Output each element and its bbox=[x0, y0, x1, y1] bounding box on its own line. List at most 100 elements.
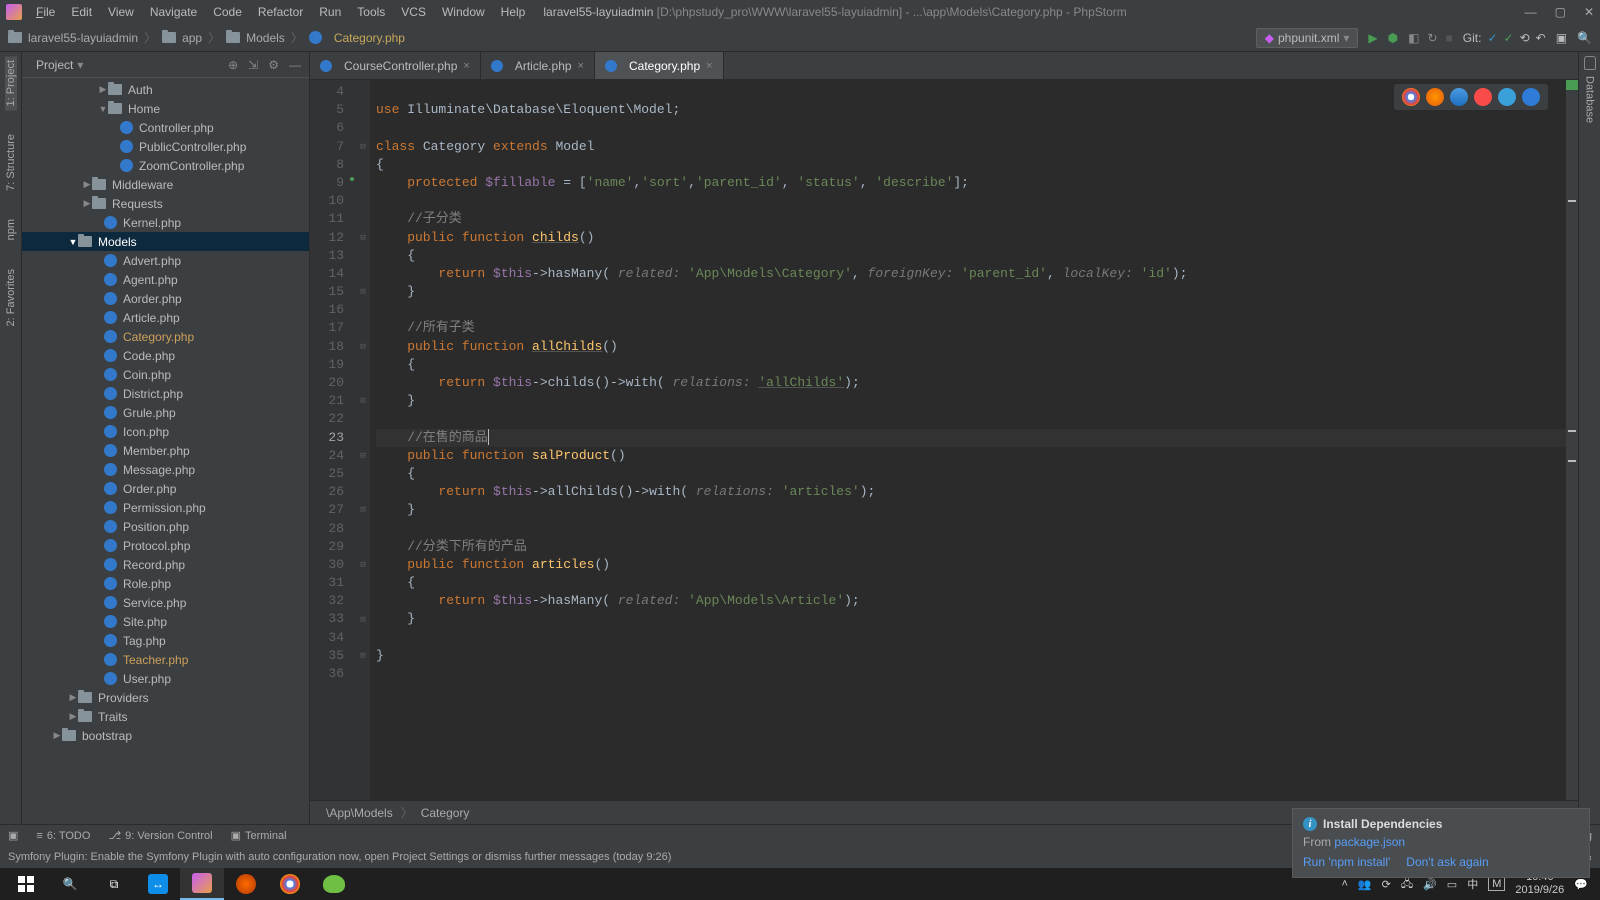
status-message: Symfony Plugin: Enable the Symfony Plugi… bbox=[8, 851, 671, 863]
tool-database[interactable]: Database bbox=[1584, 76, 1596, 123]
menu-file[interactable]: FFileile bbox=[30, 3, 61, 21]
chrome-taskbar-icon[interactable] bbox=[268, 868, 312, 900]
scroll-from-source-icon[interactable]: ⊕ bbox=[228, 58, 238, 72]
coverage-icon[interactable]: ◧ bbox=[1408, 31, 1419, 45]
ide-settings-icon[interactable]: ▣ bbox=[1556, 31, 1567, 45]
php-file-icon bbox=[309, 31, 322, 44]
tab-article[interactable]: Article.php× bbox=[481, 52, 595, 79]
menubar: FFileile Edit View Navigate Code Refacto… bbox=[30, 3, 531, 21]
phpstorm-logo-icon bbox=[6, 4, 22, 20]
safari-icon[interactable] bbox=[1450, 88, 1468, 106]
fold-gutter[interactable]: ⊟⊟⊡⊟⊡⊟⊡⊟⊡⊡ bbox=[356, 80, 370, 800]
folder-icon bbox=[226, 32, 240, 43]
opera-icon[interactable] bbox=[1474, 88, 1492, 106]
link-package-json[interactable]: package.json bbox=[1334, 835, 1405, 849]
debug-icon[interactable]: ⬢ bbox=[1388, 31, 1398, 45]
tool-favorites[interactable]: 2: Favorites bbox=[5, 265, 17, 330]
menu-edit[interactable]: Edit bbox=[65, 3, 98, 21]
phpstorm-taskbar-icon[interactable] bbox=[180, 868, 224, 900]
tray-keyboard-icon[interactable]: M bbox=[1488, 877, 1505, 891]
git-label: Git: bbox=[1463, 31, 1482, 45]
breadcrumb: laravel55-layuiadmin 〉 app 〉 Models 〉 Ca… bbox=[8, 29, 405, 46]
close-icon[interactable]: ✕ bbox=[1584, 5, 1594, 19]
ie-icon[interactable] bbox=[1498, 88, 1516, 106]
run-config-selector[interactable]: ◆ phpunit.xml ▾ bbox=[1256, 28, 1359, 48]
run-npm-install-link[interactable]: Run 'npm install' bbox=[1303, 855, 1390, 869]
tray-people-icon[interactable]: 👥 bbox=[1358, 878, 1372, 891]
code-area[interactable]: use Illuminate\Database\Eloquent\Model; … bbox=[370, 80, 1578, 800]
project-sidebar-header: Project ▾ ⊕ ⇲ ⚙ ― bbox=[22, 52, 309, 78]
inspection-ok-icon bbox=[1566, 80, 1578, 90]
menu-help[interactable]: Help bbox=[495, 3, 532, 21]
tool-todo[interactable]: ≡ 6: TODO bbox=[36, 830, 90, 842]
breadcrumb-models[interactable]: Models bbox=[246, 31, 285, 45]
search-everywhere-icon[interactable]: 🔍 bbox=[1577, 31, 1592, 45]
navigation-toolbar: laravel55-layuiadmin 〉 app 〉 Models 〉 Ca… bbox=[0, 24, 1600, 52]
tool-structure[interactable]: 7: Structure bbox=[5, 130, 17, 195]
chrome-icon[interactable] bbox=[1402, 88, 1420, 106]
app2-icon[interactable] bbox=[312, 868, 356, 900]
tool-project[interactable]: 1: Project bbox=[5, 56, 17, 110]
menu-refactor[interactable]: Refactor bbox=[252, 3, 309, 21]
tray-sync-icon[interactable]: ⟳ bbox=[1382, 878, 1391, 891]
dont-ask-again-link[interactable]: Don't ask again bbox=[1406, 855, 1488, 869]
tray-notifications-icon[interactable]: 💬 bbox=[1574, 878, 1588, 891]
left-tool-window-stripe: 1: Project 7: Structure npm 2: Favorites bbox=[0, 52, 22, 824]
breadcrumb-app[interactable]: app bbox=[182, 31, 202, 45]
tool-version-control[interactable]: ⎇ 9: Version Control bbox=[108, 829, 212, 842]
git-commit-icon[interactable]: ✓ bbox=[1504, 31, 1514, 45]
breadcrumb-namespace[interactable]: \App\Models bbox=[326, 806, 393, 820]
menu-tools[interactable]: Tools bbox=[351, 3, 391, 21]
firefox-icon[interactable] bbox=[1426, 88, 1444, 106]
teamviewer-icon[interactable]: ↔ bbox=[136, 868, 180, 900]
settings-gear-icon[interactable]: ⚙ bbox=[268, 58, 279, 72]
profile-icon[interactable]: ↻ bbox=[1427, 31, 1437, 45]
tray-volume-icon[interactable]: 🔊 bbox=[1423, 878, 1437, 891]
close-tab-icon[interactable]: × bbox=[463, 60, 469, 72]
menu-vcs[interactable]: VCS bbox=[395, 3, 432, 21]
git-history-icon[interactable]: ⟲ bbox=[1520, 31, 1530, 45]
search-icon[interactable]: 🔍 bbox=[48, 868, 92, 900]
maximize-icon[interactable]: ▢ bbox=[1555, 5, 1566, 19]
browser-preview-icons bbox=[1394, 84, 1548, 110]
task-view-icon[interactable]: ⧉ bbox=[92, 868, 136, 900]
menu-run[interactable]: Run bbox=[313, 3, 347, 21]
database-icon[interactable] bbox=[1584, 56, 1596, 70]
tab-category[interactable]: Category.php× bbox=[595, 52, 724, 79]
close-tab-icon[interactable]: × bbox=[578, 60, 584, 72]
breadcrumb-file[interactable]: Category.php bbox=[334, 31, 405, 45]
menu-code[interactable]: Code bbox=[207, 3, 248, 21]
app-icon[interactable] bbox=[224, 868, 268, 900]
titlebar: FFileile Edit View Navigate Code Refacto… bbox=[0, 0, 1600, 24]
tab-coursecontroller[interactable]: CourseController.php× bbox=[310, 52, 481, 79]
tray-ime-icon[interactable]: 中 bbox=[1467, 876, 1478, 892]
project-sidebar: Project ▾ ⊕ ⇲ ⚙ ― ▶Auth ▼Home Controller… bbox=[22, 52, 310, 824]
project-tree[interactable]: ▶Auth ▼Home Controller.php PublicControl… bbox=[22, 78, 309, 824]
tool-npm[interactable]: npm bbox=[5, 215, 17, 244]
menu-navigate[interactable]: Navigate bbox=[144, 3, 203, 21]
hide-icon[interactable]: ― bbox=[289, 58, 301, 72]
right-tool-window-stripe: Database bbox=[1578, 52, 1600, 824]
close-tab-icon[interactable]: × bbox=[706, 60, 712, 72]
collapse-all-icon[interactable]: ⇲ bbox=[248, 58, 258, 72]
stop-icon[interactable]: ■ bbox=[1446, 31, 1453, 45]
tool-terminal[interactable]: ▣ Terminal bbox=[231, 829, 287, 842]
start-button[interactable] bbox=[4, 868, 48, 900]
breadcrumb-class[interactable]: Category bbox=[421, 806, 470, 820]
tray-battery-icon[interactable]: ▭ bbox=[1447, 878, 1457, 891]
tool-window-quick-access-icon[interactable]: ▣ bbox=[8, 829, 18, 842]
info-icon: i bbox=[1303, 817, 1317, 831]
git-update-icon[interactable]: ✓ bbox=[1487, 31, 1497, 45]
edge-icon[interactable] bbox=[1522, 88, 1540, 106]
tray-chevron-icon[interactable]: ˄ bbox=[1341, 878, 1347, 890]
menu-view[interactable]: View bbox=[102, 3, 140, 21]
folder-icon bbox=[8, 32, 22, 43]
menu-window[interactable]: Window bbox=[436, 3, 491, 21]
editor[interactable]: 4567891011121314151617181920212223242526… bbox=[310, 80, 1578, 800]
editor-scrollbar[interactable] bbox=[1566, 80, 1578, 800]
git-revert-icon[interactable]: ↶ bbox=[1536, 31, 1546, 45]
run-icon[interactable]: ▶ bbox=[1368, 31, 1377, 45]
minimize-icon[interactable]: ― bbox=[1525, 5, 1537, 19]
line-gutter: 4567891011121314151617181920212223242526… bbox=[310, 80, 356, 800]
breadcrumb-root[interactable]: laravel55-layuiadmin bbox=[28, 31, 138, 45]
